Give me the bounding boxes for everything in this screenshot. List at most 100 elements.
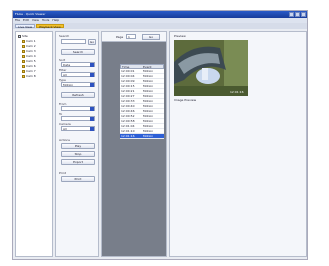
type-select[interactable]: Motion xyxy=(61,82,95,87)
event-list: Time Event 12:00:01 Motion 12:00:04 Motion 1… xyxy=(120,64,164,139)
actions-label: Actions xyxy=(59,138,70,142)
tree-node[interactable]: Cam 1 xyxy=(22,39,36,43)
refresh-button[interactable]: Refresh xyxy=(61,92,95,98)
type-value: Motion xyxy=(63,83,74,87)
tree-node[interactable]: Cam 4 xyxy=(22,54,36,58)
row-event: Motion xyxy=(143,84,154,88)
camera-icon xyxy=(22,54,25,58)
to-date-field[interactable] xyxy=(61,116,95,121)
tree-node[interactable]: Cam 7 xyxy=(22,69,36,73)
from-date-field[interactable] xyxy=(61,106,95,111)
chevron-down-icon xyxy=(90,73,94,77)
row-time: 12:01:16 xyxy=(121,134,135,138)
row-time: 12:00:40 xyxy=(121,104,135,108)
row-event: Motion xyxy=(143,124,154,128)
tree-node-label: Cam 4 xyxy=(26,54,36,58)
stop-button[interactable]: Stop xyxy=(61,151,95,157)
row-event: Motion xyxy=(143,114,154,118)
preview-caption: Image Preview xyxy=(174,98,197,102)
sort-value: Date xyxy=(63,63,71,67)
row-time: 12:00:15 xyxy=(121,84,135,88)
camera-value: All xyxy=(63,127,67,131)
row-event: Motion xyxy=(143,69,154,73)
preview-header: Preview xyxy=(174,34,186,38)
search-input[interactable] xyxy=(61,39,86,44)
snapshot-timestamp: 12:01:16 xyxy=(230,90,244,94)
filter-value: All xyxy=(63,73,67,77)
tree-node-label: Cam 3 xyxy=(26,49,36,53)
row-time: 12:01:10 xyxy=(121,129,135,133)
chevron-down-icon xyxy=(90,83,94,87)
camera-icon xyxy=(22,44,25,48)
camera-icon xyxy=(22,74,25,78)
play-button[interactable]: Play xyxy=(61,143,95,149)
tab-live-view[interactable]: Live View xyxy=(15,24,36,29)
camera-icon xyxy=(22,39,25,43)
minimize-button[interactable] xyxy=(289,12,294,17)
camera-icon xyxy=(22,59,25,63)
tree-node[interactable]: Cam 5 xyxy=(22,59,36,63)
tree-node-label: Cam 5 xyxy=(26,59,36,63)
chevron-down-icon xyxy=(90,63,94,67)
maximize-button[interactable] xyxy=(295,12,300,17)
row-event: Motion xyxy=(143,134,154,138)
tree-node[interactable]: Site xyxy=(18,34,28,38)
camera-icon xyxy=(22,49,25,53)
column-event[interactable]: Event xyxy=(142,65,163,69)
tree-node-label: Cam 8 xyxy=(26,74,36,78)
page-input[interactable]: 1 xyxy=(126,34,136,39)
print-button[interactable]: Print xyxy=(61,176,95,182)
window-controls xyxy=(289,12,306,17)
chevron-down-icon xyxy=(90,127,94,131)
export-button[interactable]: Export xyxy=(61,159,95,165)
row-time: 12:00:01 xyxy=(121,69,135,73)
results-header: Page 1 Go xyxy=(102,32,166,42)
preview-panel: Preview 12:01:16 Image Preview xyxy=(169,31,307,257)
list-row[interactable]: 12:01:16 Motion xyxy=(120,134,164,139)
app-window: Fluke · Quick Viewer File Edit View Tool… xyxy=(12,10,308,260)
folder-icon xyxy=(18,34,21,38)
preview-image[interactable]: 12:01:16 xyxy=(174,40,248,96)
tab-playback-view[interactable]: Playback View xyxy=(36,24,64,29)
camera-select[interactable]: All xyxy=(61,126,95,131)
row-event: Motion xyxy=(143,129,154,133)
tree-node[interactable]: Cam 6 xyxy=(22,64,36,68)
go-button[interactable]: Go xyxy=(88,39,96,45)
row-event: Motion xyxy=(143,79,154,83)
row-event: Motion xyxy=(143,109,154,113)
results-panel: Page 1 Go Time Event 12:00:01 Motion 12:00… xyxy=(101,31,167,257)
tree-node-label: Cam 1 xyxy=(26,39,36,43)
page-go-button[interactable]: Go xyxy=(142,34,160,40)
row-time: 12:00:04 xyxy=(121,74,135,78)
row-event: Motion xyxy=(143,74,154,78)
row-time: 12:00:52 xyxy=(121,114,135,118)
tree-node[interactable]: Cam 8 xyxy=(22,74,36,78)
row-event: Motion xyxy=(143,104,154,108)
camera-icon xyxy=(22,69,25,73)
row-time: 12:00:46 xyxy=(121,109,135,113)
filter-select[interactable]: All xyxy=(61,72,95,77)
row-time: 12:00:58 xyxy=(121,119,135,123)
tree-node-label: Cam 7 xyxy=(26,69,36,73)
tree-node[interactable]: Cam 2 xyxy=(22,44,36,48)
tree-node[interactable]: Cam 3 xyxy=(22,49,36,53)
search-controls-panel: Search Go Search Sort Date Filter All Ty… xyxy=(55,31,99,257)
page-label: Page xyxy=(116,35,124,39)
column-time[interactable]: Time xyxy=(121,65,142,69)
row-time: 12:00:33 xyxy=(121,99,135,103)
tree-node-label: Cam 2 xyxy=(26,44,36,48)
camera-icon xyxy=(22,64,25,68)
search-button[interactable]: Search xyxy=(61,49,95,55)
row-event: Motion xyxy=(143,94,154,98)
close-button[interactable] xyxy=(301,12,306,17)
sort-select[interactable]: Date xyxy=(61,62,95,67)
row-event: Motion xyxy=(143,89,154,93)
row-event: Motion xyxy=(143,119,154,123)
tree-node-label: Site xyxy=(22,34,28,38)
tree-node-label: Cam 6 xyxy=(26,64,36,68)
row-event: Motion xyxy=(143,99,154,103)
row-time: 12:00:21 xyxy=(121,89,135,93)
search-label: Search xyxy=(59,34,70,38)
calendar-icon xyxy=(90,117,94,121)
title-bar: Fluke · Quick Viewer xyxy=(13,11,307,18)
